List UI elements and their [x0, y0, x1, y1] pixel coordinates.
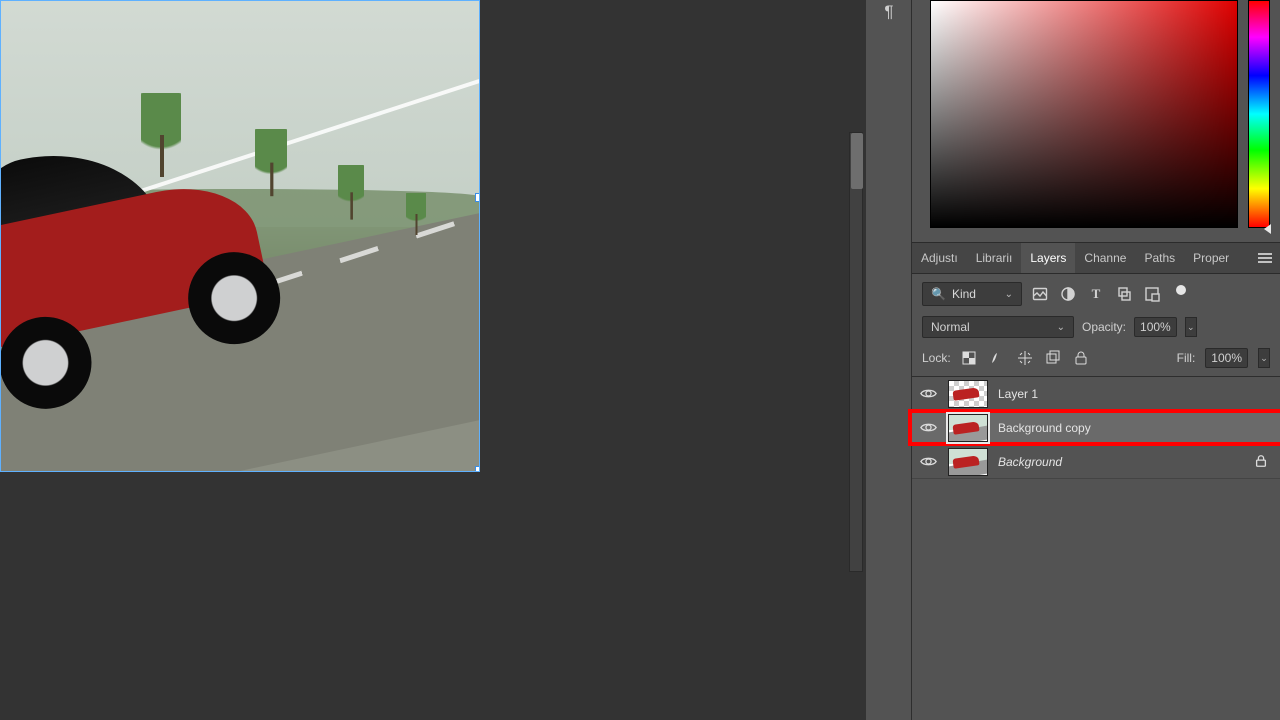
layers-empty-area[interactable]	[912, 479, 1280, 689]
color-saturation-value-field[interactable]	[930, 0, 1238, 228]
layer-thumbnail[interactable]	[948, 448, 988, 476]
layer-thumbnail[interactable]	[948, 414, 988, 442]
filter-toggle-switch[interactable]	[1176, 285, 1186, 295]
layer-row[interactable]: Layer 1	[912, 377, 1280, 411]
layer-kind-filter-select[interactable]: 🔍 Kind ⌄	[922, 282, 1022, 306]
opacity-stepper[interactable]: ⌄	[1185, 317, 1197, 337]
opacity-input[interactable]: 100%	[1134, 317, 1177, 337]
lock-transparent-icon[interactable]	[961, 350, 977, 366]
paragraph-icon[interactable]: ¶	[878, 2, 900, 24]
filter-smartobject-icon[interactable]	[1144, 286, 1160, 302]
chevron-down-icon: ⌄	[1057, 322, 1065, 333]
layer-row[interactable]: Background	[912, 445, 1280, 479]
lock-fill-row: Lock: Fill: 100% ⌄	[912, 342, 1280, 376]
layer-type-filter-icons: T	[1032, 286, 1186, 302]
lock-icon[interactable]	[1254, 454, 1270, 470]
kind-filter-label: Kind	[952, 287, 976, 301]
fill-stepper[interactable]: ⌄	[1258, 348, 1270, 368]
blend-opacity-row: Normal ⌄ Opacity: 100% ⌄	[912, 312, 1280, 342]
transform-handle-bottom-right[interactable]	[475, 466, 480, 472]
fill-value: 100%	[1211, 351, 1242, 365]
blend-mode-select[interactable]: Normal ⌄	[922, 316, 1074, 338]
right-panels: ¶ Adjustı Librariı Layers Channe Paths P…	[866, 0, 1280, 720]
layers-list: Layer 1 Background copy Background	[912, 376, 1280, 479]
filter-shape-icon[interactable]	[1116, 286, 1132, 302]
scrollbar-thumb[interactable]	[851, 133, 863, 189]
search-icon: 🔍	[931, 287, 946, 301]
layer-name[interactable]: Background	[998, 455, 1244, 469]
tab-adjustments[interactable]: Adjustı	[912, 243, 967, 273]
canvas-vertical-scrollbar[interactable]	[849, 132, 863, 572]
lock-artboard-icon[interactable]	[1045, 350, 1061, 366]
filter-adjustment-icon[interactable]	[1060, 286, 1076, 302]
transform-handle-right[interactable]	[475, 193, 480, 202]
layer-filter-row: 🔍 Kind ⌄ T	[912, 274, 1280, 312]
collapsed-panel-dock: ¶	[866, 0, 912, 720]
opacity-label: Opacity:	[1082, 320, 1126, 334]
blend-mode-value: Normal	[931, 320, 970, 334]
opacity-value: 100%	[1140, 320, 1171, 334]
color-hue-strip[interactable]	[1248, 0, 1270, 228]
artwork-tree	[338, 165, 364, 217]
filter-pixel-icon[interactable]	[1032, 286, 1048, 302]
layer-name[interactable]: Background copy	[998, 421, 1270, 435]
hue-slider-arrow-icon[interactable]	[1264, 224, 1271, 234]
visibility-toggle[interactable]	[918, 418, 938, 438]
document-canvas[interactable]	[0, 0, 480, 472]
panel-tabs: Adjustı Librariı Layers Channe Paths Pro…	[912, 242, 1280, 274]
layer-row[interactable]: Background copy	[912, 411, 1280, 445]
tab-properties[interactable]: Proper	[1184, 243, 1238, 273]
chevron-down-icon: ⌄	[1005, 289, 1013, 300]
artwork-tree	[406, 193, 426, 233]
lock-label: Lock:	[922, 351, 951, 365]
visibility-toggle[interactable]	[918, 384, 938, 404]
lock-position-icon[interactable]	[1017, 350, 1033, 366]
canvas-area	[0, 0, 849, 720]
tab-libraries[interactable]: Librariı	[967, 243, 1022, 273]
visibility-toggle[interactable]	[918, 452, 938, 472]
fill-input[interactable]: 100%	[1205, 348, 1248, 368]
artwork-tree	[255, 129, 287, 193]
layer-name[interactable]: Layer 1	[998, 387, 1270, 401]
lock-all-icon[interactable]	[1073, 350, 1089, 366]
filter-type-icon[interactable]: T	[1088, 286, 1104, 302]
tab-paths[interactable]: Paths	[1135, 243, 1184, 273]
tab-layers[interactable]: Layers	[1021, 243, 1075, 273]
panel-menu-icon[interactable]	[1258, 253, 1272, 263]
color-picker-panel	[912, 0, 1280, 242]
layer-thumbnail[interactable]	[948, 380, 988, 408]
lock-image-icon[interactable]	[989, 350, 1005, 366]
fill-label: Fill:	[1177, 351, 1196, 365]
tab-channels[interactable]: Channe	[1075, 243, 1135, 273]
